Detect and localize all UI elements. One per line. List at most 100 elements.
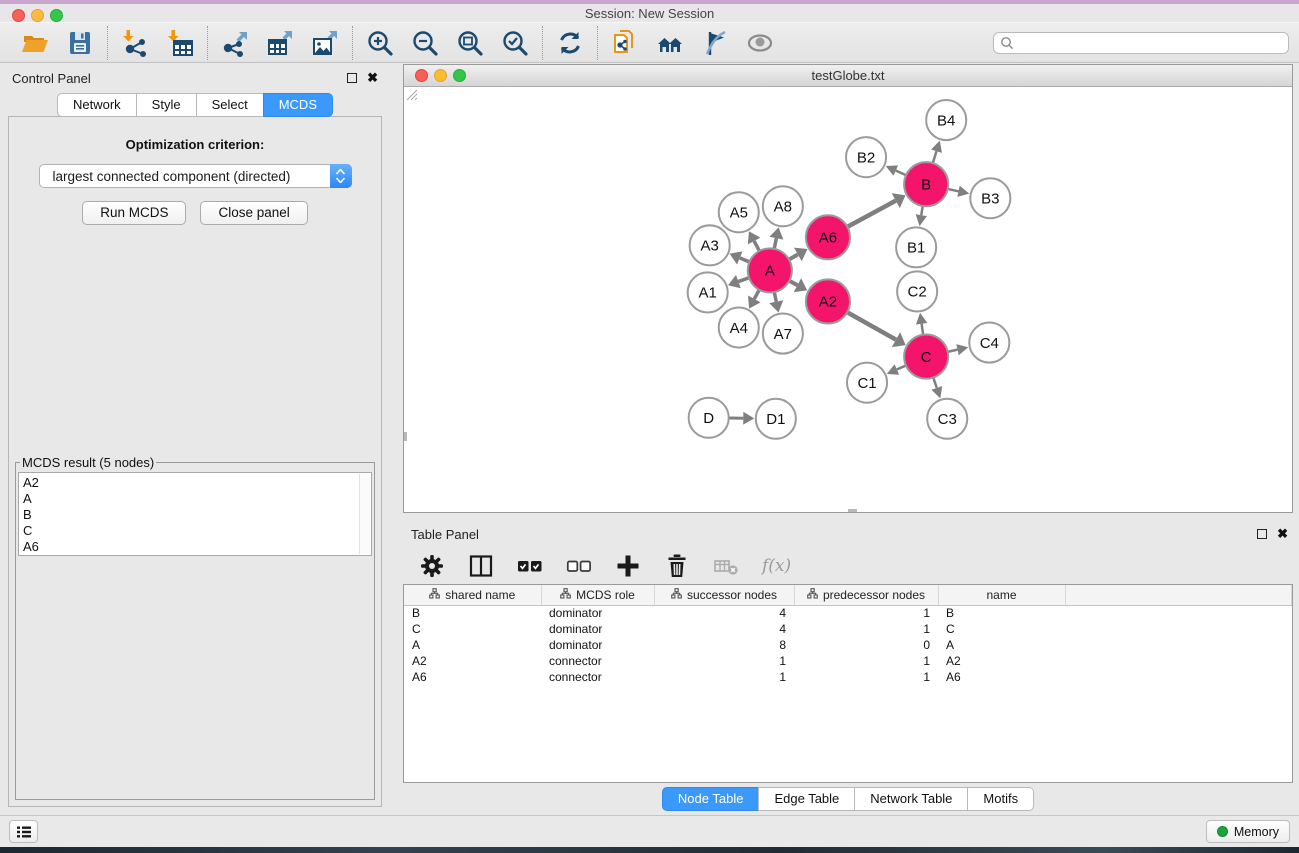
run-mcds-button[interactable]: Run MCDS <box>82 201 186 225</box>
graph-node-D1[interactable]: D1 <box>756 399 796 439</box>
table-cell[interactable]: A2 <box>938 653 1065 669</box>
tab-select[interactable]: Select <box>196 93 264 117</box>
result-item-C[interactable]: C <box>23 523 371 539</box>
table-cell[interactable]: B <box>404 605 541 621</box>
delete-table-icon[interactable] <box>713 553 739 579</box>
graph-node-B4[interactable]: B4 <box>926 100 966 140</box>
import-table-icon[interactable] <box>166 29 194 57</box>
result-item-A6[interactable]: A6 <box>23 539 371 555</box>
table-cell[interactable]: 1 <box>794 605 938 621</box>
graph-edge-B-B3[interactable] <box>948 186 969 197</box>
graph-node-A6[interactable]: A6 <box>806 215 850 259</box>
column-header-shared-name[interactable]: shared name <box>404 585 541 605</box>
table-panel-close-icon[interactable]: ✖ <box>1277 529 1288 539</box>
result-item-A2[interactable]: A2 <box>23 475 371 491</box>
export-network-icon[interactable] <box>221 29 249 57</box>
graph-node-B2[interactable]: B2 <box>846 137 886 177</box>
network-canvas[interactable]: AA1A2A3A4A5A6A7A8BB1B2B3B4CC1C2C3C4DD1 <box>404 87 1292 512</box>
search-input[interactable] <box>1014 34 1288 52</box>
table-cell[interactable]: A2 <box>404 653 541 669</box>
graph-node-B1[interactable]: B1 <box>896 227 936 267</box>
mcds-result-list[interactable]: A2ABCA6 <box>18 472 372 556</box>
graph-edge-C-C4[interactable] <box>948 344 968 355</box>
table-cell[interactable]: 1 <box>654 669 794 685</box>
table-row[interactable]: A2connector11A2 <box>404 653 1292 669</box>
column-header-name[interactable]: name <box>938 585 1065 605</box>
zoom-selected-icon[interactable] <box>501 29 529 57</box>
graph-edge-A-A1[interactable] <box>728 275 749 288</box>
result-item-A[interactable]: A <box>23 491 371 507</box>
tab-network[interactable]: Network <box>57 93 137 117</box>
export-table-icon[interactable] <box>266 29 294 57</box>
table-row[interactable]: Cdominator41C <box>404 621 1292 637</box>
close-panel-icon[interactable]: ✖ <box>367 73 378 83</box>
column-header-MCDS-role[interactable]: MCDS role <box>541 585 654 605</box>
memory-button[interactable]: Memory <box>1206 820 1290 843</box>
export-image-icon[interactable] <box>311 29 339 57</box>
graph-node-A2[interactable]: A2 <box>806 279 850 323</box>
deselect-all-icon[interactable] <box>566 553 592 579</box>
tab-network-table[interactable]: Network Table <box>854 787 968 811</box>
graph-edge-B-B1[interactable] <box>916 206 927 226</box>
table-cell[interactable]: A <box>938 637 1065 653</box>
show-panel-icon[interactable] <box>746 29 774 57</box>
table-cell[interactable]: 1 <box>794 669 938 685</box>
table-cell[interactable]: dominator <box>541 637 654 653</box>
graph-edge-A-A2[interactable] <box>790 278 807 292</box>
table-cell[interactable]: dominator <box>541 621 654 637</box>
column-chooser-icon[interactable] <box>468 553 494 579</box>
add-icon[interactable] <box>615 553 641 579</box>
graph-edge-A-A7[interactable] <box>769 292 783 312</box>
table-cell[interactable]: C <box>938 621 1065 637</box>
graph-edge-A-A4[interactable] <box>748 290 761 308</box>
tab-style[interactable]: Style <box>136 93 197 117</box>
graph-node-A5[interactable]: A5 <box>719 192 759 232</box>
graph-edge-A-A6[interactable] <box>789 248 807 262</box>
refresh-icon[interactable] <box>556 29 584 57</box>
table-cell[interactable]: A6 <box>938 669 1065 685</box>
table-cell[interactable]: 1 <box>794 621 938 637</box>
table-cell[interactable]: connector <box>541 653 654 669</box>
tab-edge-table[interactable]: Edge Table <box>758 787 855 811</box>
table-cell[interactable]: A6 <box>404 669 541 685</box>
graph-node-C[interactable]: C <box>904 335 948 379</box>
table-cell[interactable]: connector <box>541 669 654 685</box>
graph-node-A[interactable]: A <box>748 248 792 292</box>
close-panel-button[interactable]: Close panel <box>200 201 307 225</box>
resize-grip-icon[interactable] <box>404 87 418 101</box>
zoom-fit-icon[interactable] <box>456 29 484 57</box>
graph-edge-C-C3[interactable] <box>931 378 942 398</box>
table-cell[interactable]: 4 <box>654 621 794 637</box>
tab-motifs[interactable]: Motifs <box>967 787 1034 811</box>
graph-node-C4[interactable]: C4 <box>969 323 1009 363</box>
gear-icon[interactable] <box>419 553 445 579</box>
graph-edge-A-A8[interactable] <box>769 227 783 248</box>
graph-node-A1[interactable]: A1 <box>688 272 728 312</box>
graph-node-C3[interactable]: C3 <box>927 399 967 439</box>
table-panel-float-icon[interactable] <box>1257 529 1267 539</box>
network-overview-icon[interactable] <box>656 29 684 57</box>
graph-node-B[interactable]: B <box>904 162 948 206</box>
table-cell[interactable]: 1 <box>654 653 794 669</box>
table-cell[interactable]: A <box>404 637 541 653</box>
tab-mcds[interactable]: MCDS <box>263 93 333 117</box>
hide-panel-icon[interactable] <box>701 29 729 57</box>
clone-network-icon[interactable] <box>611 29 639 57</box>
table-row[interactable]: Bdominator41B <box>404 605 1292 621</box>
criterion-select[interactable]: largest connected component (directed) <box>39 164 352 188</box>
network-window-titlebar[interactable]: testGlobe.txt <box>404 65 1292 87</box>
table-cell[interactable]: 4 <box>654 605 794 621</box>
graph-edge-C-C2[interactable] <box>916 313 927 334</box>
graph-node-C1[interactable]: C1 <box>847 363 887 403</box>
graph-node-A8[interactable]: A8 <box>763 186 803 226</box>
graph-edge-C-C1[interactable] <box>887 364 906 374</box>
column-header-successor-nodes[interactable]: successor nodes <box>654 585 794 605</box>
table-cell[interactable]: 8 <box>654 637 794 653</box>
graph-node-B3[interactable]: B3 <box>970 178 1010 218</box>
table-cell[interactable]: B <box>938 605 1065 621</box>
result-list-scrollbar[interactable] <box>359 474 370 554</box>
table-cell[interactable]: dominator <box>541 605 654 621</box>
graph-node-A3[interactable]: A3 <box>690 225 730 265</box>
table-cell[interactable]: C <box>404 621 541 637</box>
graph-edge-A-A5[interactable] <box>748 231 761 250</box>
